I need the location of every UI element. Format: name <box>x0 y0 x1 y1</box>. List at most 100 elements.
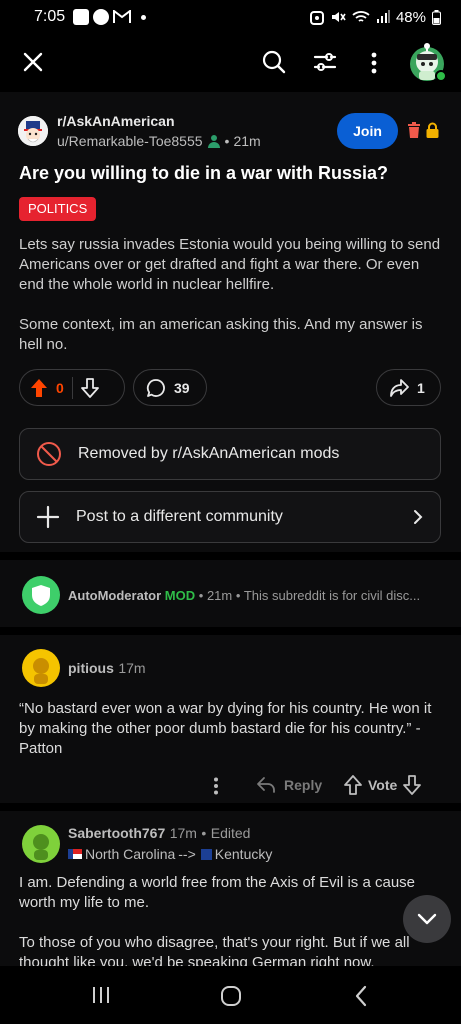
system-icons: 48% <box>309 9 441 26</box>
back-icon <box>355 985 367 1007</box>
post-title: Are you willing to die in a war with Rus… <box>19 163 389 183</box>
comment-body: “No bastard ever won a war by dying for … <box>19 700 432 757</box>
app-bar <box>0 34 461 92</box>
comment-vote-control: Vote <box>344 775 422 795</box>
section-divider <box>0 627 461 635</box>
meta-dot: • <box>201 825 207 841</box>
post-score: 0 <box>56 379 64 396</box>
comment-author[interactable]: AutoModerator <box>68 588 161 603</box>
shares-count: 1 <box>417 379 425 396</box>
removed-label: Removed by r/AskAnAmerican mods <box>78 445 340 462</box>
downvote-button[interactable] <box>80 377 99 398</box>
wifi-icon <box>352 11 370 22</box>
post-body-paragraph: Some context, im an american asking this… <box>19 316 423 353</box>
delete-icon <box>408 122 420 138</box>
comment-downvote-button[interactable] <box>403 775 422 795</box>
mute-icon <box>331 12 346 22</box>
comment-header: pitious 17m <box>68 660 146 678</box>
reply-icon <box>257 777 275 793</box>
system-nav-bar <box>0 966 461 1024</box>
comment-header: Sabertooth767 17m • Edited <box>68 825 250 843</box>
subreddit-avatar[interactable] <box>18 116 48 146</box>
commenter-avatar[interactable] <box>22 649 60 687</box>
crosspost-button[interactable]: Post to a different community <box>19 491 441 543</box>
post-author[interactable]: u/Remarkable-Toe8555 <box>57 133 203 149</box>
user-avatar-button[interactable] <box>407 40 449 84</box>
comment-collapsed[interactable]: AutoModerator MOD • 21m • This subreddit… <box>0 560 461 627</box>
flair-arrow: --> <box>178 846 196 862</box>
removed-by-mods-button[interactable]: Removed by r/AskAnAmerican mods <box>19 428 441 480</box>
comment: pitious 17m “No bastard ever won a war b… <box>0 635 461 803</box>
recent-apps-button[interactable] <box>91 986 111 1004</box>
home-button[interactable] <box>220 985 242 1007</box>
chevron-right-icon <box>414 510 423 524</box>
comment-body: I am. Defending a world free from the Ax… <box>19 874 416 911</box>
next-comment-button[interactable] <box>403 895 451 943</box>
chevron-down-icon <box>417 913 437 925</box>
share-icon <box>390 378 409 397</box>
section-divider <box>0 803 461 811</box>
automod-avatar[interactable] <box>22 576 60 614</box>
plus-icon <box>36 505 60 529</box>
chat-notification-icon <box>93 9 110 25</box>
status-bar: 7:05 48% <box>0 0 461 34</box>
sort-filter-button[interactable] <box>313 51 337 73</box>
commenter-avatar[interactable] <box>22 825 60 863</box>
search-button[interactable] <box>262 50 286 74</box>
user-flair: North Carolina --> Kentucky <box>68 846 272 862</box>
post-status-icons <box>407 122 439 138</box>
section-divider <box>0 552 461 560</box>
comment-actions: Reply Vote <box>0 773 461 801</box>
mod-badge: MOD <box>164 588 196 603</box>
lock-icon <box>426 122 439 138</box>
comment-age: 21m <box>206 588 233 603</box>
comment-age: 17m <box>118 660 146 676</box>
comment-author[interactable]: Sabertooth767 <box>68 825 165 841</box>
post-body: Lets say russia invades Estonia would yo… <box>19 235 444 375</box>
comment: Sabertooth767 17m • Edited North Carolin… <box>0 811 461 966</box>
crosspost-label: Post to a different community <box>76 508 283 525</box>
comment-more-button[interactable] <box>213 777 219 795</box>
recent-apps-icon <box>93 987 109 1003</box>
home-icon <box>221 986 241 1006</box>
comments-count: 39 <box>174 379 190 396</box>
meta-dot: • <box>224 133 230 149</box>
comments-button[interactable]: 39 <box>133 369 207 406</box>
post-meta: u/Remarkable-Toe8555 • 21m <box>57 133 261 149</box>
battery-icon <box>432 9 441 25</box>
close-button[interactable] <box>22 51 44 73</box>
gallery-notification-icon <box>73 9 90 25</box>
comment-body: To those of you who disagree, that's you… <box>19 934 410 966</box>
join-button[interactable]: Join <box>337 113 398 149</box>
downvote-icon <box>80 377 99 398</box>
share-button[interactable]: 1 <box>376 369 441 406</box>
post-age: 21m <box>233 133 261 149</box>
shield-icon <box>32 585 50 606</box>
more-icon <box>371 52 377 74</box>
post-card: r/AskAnAmerican u/Remarkable-Toe8555 • 2… <box>0 92 461 552</box>
overflow-menu-button[interactable] <box>370 52 378 74</box>
search-icon <box>262 50 286 74</box>
meta-dot: • <box>235 588 241 603</box>
meta-dot: • <box>198 588 204 603</box>
upvote-icon <box>344 775 362 795</box>
signal-icon <box>376 10 390 23</box>
ky-flag-icon <box>200 848 212 860</box>
removed-icon <box>37 442 61 466</box>
post-flair[interactable]: POLITICS <box>19 197 97 221</box>
back-button[interactable] <box>354 985 368 1007</box>
comment-preview: This subreddit is for civil disc... <box>243 588 421 603</box>
post-body-paragraph: Lets say russia invades Estonia would yo… <box>19 236 441 293</box>
user-avatar <box>410 43 447 82</box>
comment-upvote-button[interactable] <box>344 775 362 795</box>
comment-icon <box>146 378 165 397</box>
nc-flag-icon <box>68 849 82 859</box>
subreddit-name[interactable]: r/AskAnAmerican <box>57 113 175 129</box>
flair-from: North Carolina <box>85 846 176 862</box>
filter-icon <box>313 53 337 71</box>
reply-button[interactable]: Reply <box>256 776 322 794</box>
upvote-button[interactable] <box>30 378 48 398</box>
comment-author[interactable]: pitious <box>68 660 114 676</box>
alarm-icon <box>309 11 324 25</box>
vote-label: Vote <box>368 777 398 793</box>
